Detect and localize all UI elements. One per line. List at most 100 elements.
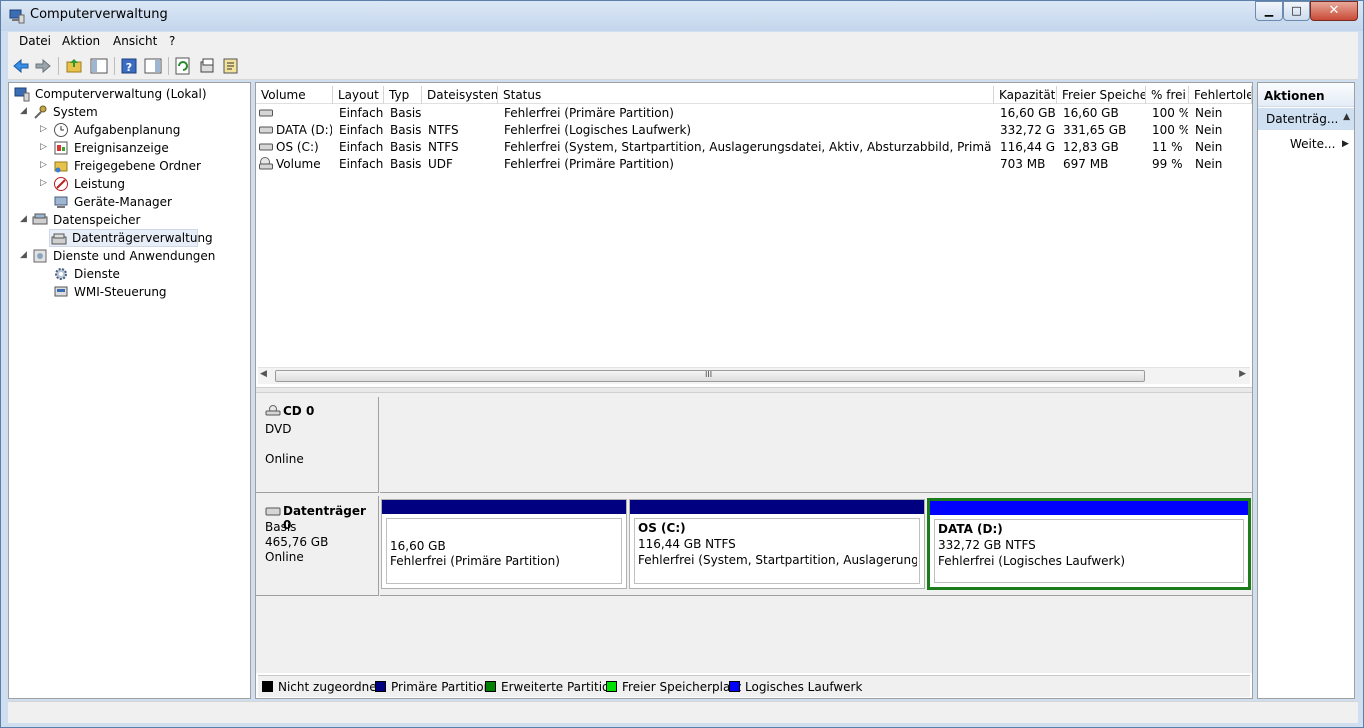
table-row[interactable]: Einfach Basis Fehlerfrei (Primäre Partit… <box>256 105 1252 122</box>
expand-arrow-icon[interactable]: ▷ <box>40 178 50 188</box>
tree-item-device-manager[interactable]: Geräte-Manager <box>11 193 241 211</box>
column-header-capacity[interactable]: Kapazität <box>994 86 1057 104</box>
tree-item-services-apps[interactable]: ◢ Dienste und Anwendungen <box>11 247 241 265</box>
table-row[interactable]: Volume Einfach Basis UDF Fehlerfrei (Pri… <box>256 156 1252 173</box>
column-header-fault-tolerance[interactable]: Fehlertoler <box>1189 86 1252 104</box>
maximize-button[interactable]: □ <box>1283 1 1310 21</box>
partition-unnamed[interactable]: 16,60 GB Fehlerfrei (Primäre Partition) <box>381 499 627 589</box>
partition-size: 332,72 GB NTFS <box>938 538 1036 552</box>
tree-item-shared-folders[interactable]: ▷ Freigegebene Ordner <box>11 157 241 175</box>
scrollbar-thumb[interactable]: III <box>275 370 1145 382</box>
partition-size: 116,44 GB NTFS <box>638 537 736 551</box>
expand-arrow-icon[interactable]: ▷ <box>40 160 50 170</box>
back-icon[interactable] <box>11 56 31 76</box>
tree-item-wmi[interactable]: WMI-Steuerung <box>11 283 241 301</box>
actions-section-label: Datenträg... <box>1266 112 1339 126</box>
partition-title: DATA (D:) <box>938 522 1003 536</box>
list-header: Volume Layout Typ Dateisystem Status Kap… <box>256 86 1252 104</box>
refresh-icon[interactable] <box>173 56 193 76</box>
expand-arrow-icon[interactable]: ◢ <box>20 214 30 224</box>
title-bar[interactable]: Computerverwaltung ▁ □ ✕ <box>1 1 1363 31</box>
menu-datei[interactable]: Datei <box>19 34 51 48</box>
tree-item-task-scheduler[interactable]: ▷ Aufgabenplanung <box>11 121 241 139</box>
horizontal-scrollbar[interactable]: ◀ III ▶ <box>258 367 1250 384</box>
tree-item-performance[interactable]: ▷ Leistung <box>11 175 241 193</box>
cd-drive-icon <box>259 157 273 170</box>
expand-arrow-icon[interactable]: ◢ <box>20 106 30 116</box>
expand-arrow-icon[interactable]: ◢ <box>20 250 30 260</box>
tree-item-disk-management[interactable]: Datenträgerverwaltung <box>49 229 213 247</box>
column-header-status[interactable]: Status <box>498 86 994 104</box>
disk-area-disk0: 16,60 GB Fehlerfrei (Primäre Partition) … <box>380 496 1252 596</box>
collapse-icon[interactable]: ▲ <box>1343 112 1350 122</box>
menu-help[interactable]: ? <box>169 34 175 48</box>
table-row[interactable]: OS (C:) Einfach Basis NTFS Fehlerfrei (S… <box>256 139 1252 156</box>
cell-status: Fehlerfrei (System, Startpartition, Ausl… <box>504 140 992 154</box>
computer-management-icon <box>14 87 30 102</box>
cell-volume: Volume <box>276 157 321 171</box>
legend-swatch <box>375 681 386 692</box>
scroll-right-arrow-icon[interactable]: ▶ <box>1239 369 1246 379</box>
cell-filesystem: NTFS <box>428 140 459 154</box>
computer-management-icon <box>9 9 25 24</box>
cell-typ: Basis <box>390 157 422 171</box>
column-header-typ[interactable]: Typ <box>384 86 422 104</box>
column-header-volume[interactable]: Volume <box>256 86 333 104</box>
more-actions-link[interactable]: Weite... <box>1290 137 1335 151</box>
tree-item-event-viewer[interactable]: ▷ Ereignisanzeige <box>11 139 241 157</box>
cell-fault-tolerance: Nein <box>1195 140 1223 154</box>
cell-free: 697 MB <box>1063 157 1109 171</box>
disk-label-disk0[interactable]: Datenträger 0 Basis 465,76 GB Online <box>256 496 379 596</box>
cell-fault-tolerance: Nein <box>1195 106 1223 120</box>
up-folder-icon[interactable] <box>64 56 84 76</box>
performance-icon <box>54 177 68 191</box>
tree-item-services[interactable]: Dienste <box>11 265 241 283</box>
close-icon: ✕ <box>1328 3 1340 18</box>
help-icon[interactable]: ? <box>119 56 139 76</box>
scroll-left-arrow-icon[interactable]: ◀ <box>260 369 267 379</box>
tree-item-storage[interactable]: ◢ Datenspeicher <box>11 211 241 229</box>
partition-body: DATA (D:) 332,72 GB NTFS Fehlerfrei (Log… <box>934 519 1244 583</box>
export-icon[interactable] <box>221 56 241 76</box>
partition-data-d[interactable]: DATA (D:) 332,72 GB NTFS Fehlerfrei (Log… <box>927 498 1251 590</box>
tree-item-label: Computerverwaltung (Lokal) <box>35 87 207 101</box>
partition-type-bar <box>930 501 1248 515</box>
actions-header: Aktionen <box>1258 83 1354 107</box>
legend-swatch <box>485 681 496 692</box>
actions-section-disk-management[interactable]: Datenträg... ▲ <box>1258 108 1354 130</box>
expand-arrow-icon[interactable]: ▷ <box>40 142 50 152</box>
cell-layout: Einfach <box>339 123 383 137</box>
column-header-pct-free[interactable]: % frei <box>1146 86 1189 104</box>
forward-icon[interactable] <box>33 56 53 76</box>
submenu-arrow-icon[interactable]: ▶ <box>1342 139 1349 149</box>
menu-aktion[interactable]: Aktion <box>62 34 100 48</box>
disk-type: Basis <box>265 520 297 534</box>
partition-os-c[interactable]: OS (C:) 116,44 GB NTFS Fehlerfrei (Syste… <box>629 499 925 589</box>
cell-status: Fehlerfrei (Primäre Partition) <box>504 157 674 171</box>
scrollbar-grip: III <box>705 370 713 379</box>
column-header-free[interactable]: Freier Speicher <box>1057 86 1146 104</box>
legend-item-logical-drive: Logisches Laufwerk <box>729 680 862 694</box>
disk-size: 465,76 GB <box>265 535 329 549</box>
column-header-layout[interactable]: Layout <box>333 86 384 104</box>
minimize-icon: ▁ <box>1264 4 1274 17</box>
menu-ansicht[interactable]: Ansicht <box>113 34 157 48</box>
tree-item-system[interactable]: ◢ System <box>11 103 241 121</box>
show-hide-action-pane-icon[interactable] <box>143 56 163 76</box>
close-button[interactable]: ✕ <box>1310 1 1358 21</box>
column-header-filesystem[interactable]: Dateisystem <box>422 86 498 104</box>
tree-item-label: Leistung <box>74 177 125 191</box>
properties-icon[interactable] <box>197 56 217 76</box>
tree-item-label: Ereignisanzeige <box>74 141 169 155</box>
tree-item-label: Datenspeicher <box>53 213 141 227</box>
table-row[interactable]: DATA (D:) Einfach Basis NTFS Fehlerfrei … <box>256 122 1252 139</box>
expand-arrow-icon[interactable]: ▷ <box>40 124 50 134</box>
tree-item-computer-management[interactable]: Computerverwaltung (Lokal) <box>11 85 241 103</box>
cell-pct-free: 99 % <box>1152 157 1183 171</box>
show-hide-tree-icon[interactable] <box>89 56 109 76</box>
disk-label-cd0[interactable]: CD 0 DVD Online <box>256 397 379 493</box>
status-bar <box>8 701 1358 723</box>
legend-swatch <box>729 681 740 692</box>
cd-drive-icon <box>265 405 281 416</box>
minimize-button[interactable]: ▁ <box>1255 1 1283 21</box>
